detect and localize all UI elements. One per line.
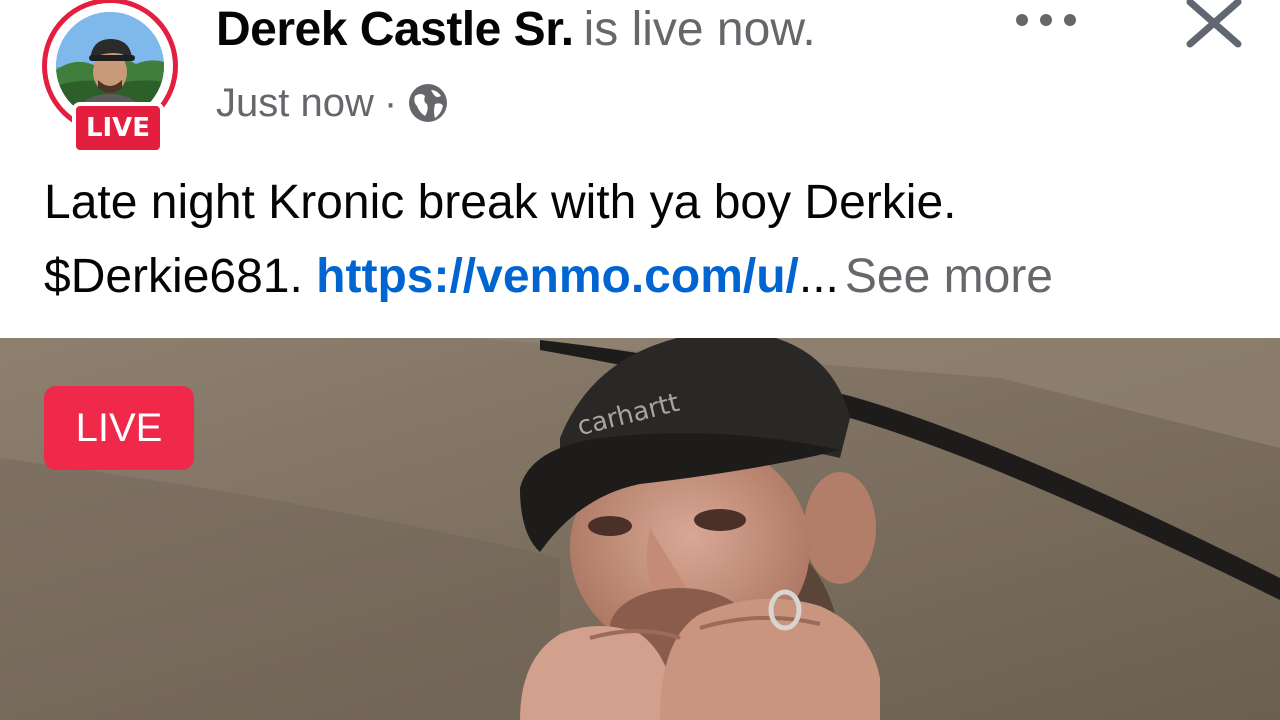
post-header-title: Derek Castle Sr. is live now. (216, 0, 816, 60)
timestamp[interactable]: Just now (216, 81, 374, 126)
venmo-link[interactable]: https://venmo.com/u/ (316, 250, 799, 303)
live-video[interactable]: carhartt LIVE (0, 338, 1280, 720)
more-options-icon[interactable] (1008, 6, 1088, 34)
post-meta: Just now · (216, 76, 449, 130)
close-icon[interactable] (1180, 0, 1250, 54)
post-caption: Late night Kronic break with ya boy Derk… (44, 166, 1254, 314)
caption-line-1: Late night Kronic break with ya boy Derk… (44, 176, 957, 229)
author-avatar[interactable]: LIVE (42, 0, 188, 154)
live-post: LIVE Derek Castle Sr. is live now. Just n… (0, 0, 1280, 720)
caption-ellipsis: ... (798, 250, 839, 303)
live-status-text: is live now. (583, 3, 816, 56)
video-live-badge: LIVE (44, 386, 194, 470)
see-more-button[interactable]: See more (845, 250, 1053, 303)
author-name-link[interactable]: Derek Castle Sr. (216, 3, 574, 56)
caption-handle: $Derkie681. (44, 250, 303, 303)
caption-line-2: $Derkie681. https://venmo.com/u/... See m… (44, 240, 1254, 314)
meta-separator: · (383, 80, 398, 125)
globe-icon[interactable] (407, 82, 449, 124)
avatar-live-badge: LIVE (72, 102, 164, 154)
